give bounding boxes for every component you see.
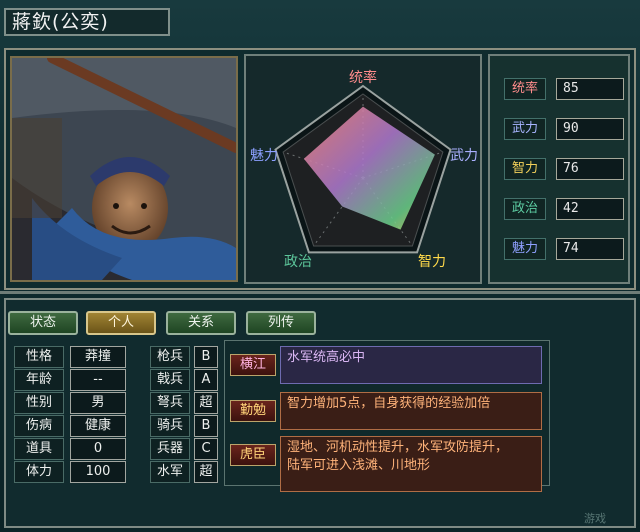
skill-description: 水军统高必中 bbox=[280, 346, 542, 384]
personal-info-label: 体力 bbox=[14, 461, 64, 483]
troop-type-label: 兵器 bbox=[150, 438, 190, 460]
personal-info-label: 道具 bbox=[14, 438, 64, 460]
skill-description-line: 智力增加5点，自身获得的经验加倍 bbox=[287, 396, 491, 411]
personal-info-label: 性格 bbox=[14, 346, 64, 368]
skill-description-line: 湿地、河机动性提升，水军攻防提升， bbox=[287, 440, 509, 455]
troop-aptitude-grade: 超 bbox=[194, 392, 218, 414]
troop-aptitude-row: 戟兵 A bbox=[150, 369, 218, 391]
skill-description: 湿地、河机动性提升，水军攻防提升， 陆军可进入浅滩、川地形 bbox=[280, 436, 542, 492]
section-divider bbox=[0, 291, 640, 294]
troop-type-label: 戟兵 bbox=[150, 369, 190, 391]
stat-value: 76 bbox=[556, 158, 624, 180]
radar-axis-label: 武力 bbox=[450, 148, 478, 164]
troop-aptitude-row: 弩兵超 bbox=[150, 392, 218, 414]
character-portrait bbox=[10, 56, 238, 282]
troop-type-label: 水军 bbox=[150, 461, 190, 483]
troop-aptitude-grade: A bbox=[194, 369, 218, 391]
personal-info-value: 男 bbox=[70, 392, 126, 414]
personal-info-value: -- bbox=[70, 369, 126, 391]
stat-label: 统率 bbox=[504, 78, 546, 100]
personal-info-row: 体力 100 bbox=[14, 461, 126, 483]
personal-info-value: 100 bbox=[70, 461, 126, 483]
personal-info-row: 道具 0 bbox=[14, 438, 126, 460]
radar-axis-label: 政治 bbox=[284, 254, 312, 270]
stat-row: 武力 90 bbox=[504, 118, 624, 140]
skill-description: 智力增加5点，自身获得的经验加倍 bbox=[280, 392, 542, 430]
stat-label: 政治 bbox=[504, 198, 546, 220]
character-name-title: 蔣欽(公奕) bbox=[4, 8, 170, 36]
personal-info-value: 健康 bbox=[70, 415, 126, 437]
troop-aptitude-grade: B bbox=[194, 346, 218, 368]
stats-radar-chart: 统率武力智力 政治 魅力 bbox=[250, 69, 478, 270]
personal-info-label: 性别 bbox=[14, 392, 64, 414]
watermark: 游戏 bbox=[584, 512, 606, 525]
radar-panel: 统率武力智力 政治 魅力 bbox=[244, 54, 482, 284]
tab-3[interactable]: 关系 bbox=[166, 311, 236, 335]
stat-label: 魅力 bbox=[504, 238, 546, 260]
stat-row: 智力 76 bbox=[504, 158, 624, 180]
personal-info-value: 0 bbox=[70, 438, 126, 460]
troop-type-label: 弩兵 bbox=[150, 392, 190, 414]
radar-axis-label: 统率 bbox=[349, 69, 377, 86]
troop-aptitude-grade: C bbox=[194, 438, 218, 460]
troop-aptitude-row: 兵器 C bbox=[150, 438, 218, 460]
skill-name[interactable]: 虎臣 bbox=[230, 444, 276, 466]
personal-info-row: 伤病 健康 bbox=[14, 415, 126, 437]
character-info-screen: 蔣欽(公奕) 统率 武力 智力 政治 魅力 统率 85 武力 90 智力 76 政治 4 bbox=[0, 0, 640, 532]
stat-row: 统率 85 bbox=[504, 78, 624, 100]
personal-info-row: 性别男 bbox=[14, 392, 126, 414]
stats-panel: 统率 85 武力 90 智力 76 政治 42 魅力 74 bbox=[488, 54, 630, 284]
personal-info-row: 性格 莽撞 bbox=[14, 346, 126, 368]
stat-value: 85 bbox=[556, 78, 624, 100]
stat-value: 90 bbox=[556, 118, 624, 140]
stat-row: 魅力 74 bbox=[504, 238, 624, 260]
troop-aptitude-grade: B bbox=[194, 415, 218, 437]
troop-aptitude-grade: 超 bbox=[194, 461, 218, 483]
stat-value: 42 bbox=[556, 198, 624, 220]
skill-name[interactable]: 勤勉 bbox=[230, 400, 276, 422]
personal-info-value: 莽撞 bbox=[70, 346, 126, 368]
personal-info-row: 年龄 -- bbox=[14, 369, 126, 391]
skill-description-line: 陆军可进入浅滩、川地形 bbox=[287, 458, 431, 473]
radar-axis-label: 智力 bbox=[418, 254, 446, 270]
stat-row: 政治 42 bbox=[504, 198, 624, 220]
troop-aptitude-row: 水军超 bbox=[150, 461, 218, 483]
personal-info-label: 年龄 bbox=[14, 369, 64, 391]
troop-aptitude-row: 枪兵 B bbox=[150, 346, 218, 368]
tab-2[interactable]: 个人 bbox=[86, 311, 156, 335]
troop-type-label: 枪兵 bbox=[150, 346, 190, 368]
radar-axis-label: 魅力 bbox=[250, 148, 278, 164]
tab-1[interactable]: 状态 bbox=[8, 311, 78, 335]
portrait-image bbox=[12, 58, 236, 280]
stat-label: 武力 bbox=[504, 118, 546, 140]
troop-type-label: 骑兵 bbox=[150, 415, 190, 437]
tab-4[interactable]: 列传 bbox=[246, 311, 316, 335]
skill-description-line: 水军统高必中 bbox=[287, 350, 366, 365]
skill-name[interactable]: 横江 bbox=[230, 354, 276, 376]
personal-info-label: 伤病 bbox=[14, 415, 64, 437]
troop-aptitude-row: 骑兵 B bbox=[150, 415, 218, 437]
stat-label: 智力 bbox=[504, 158, 546, 180]
stat-value: 74 bbox=[556, 238, 624, 260]
